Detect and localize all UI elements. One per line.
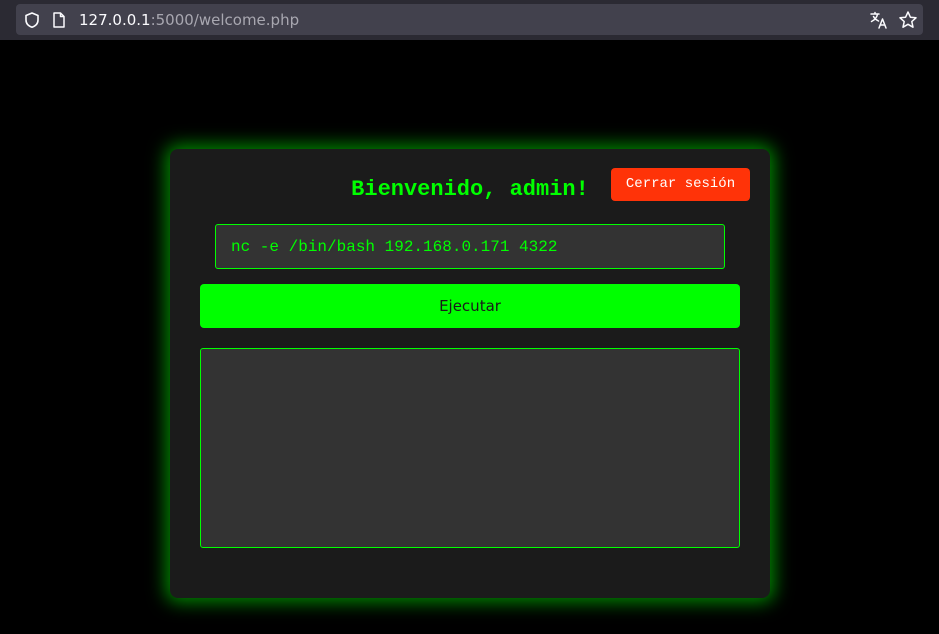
url-text[interactable]: 127.0.0.1:5000/welcome.php <box>79 9 299 31</box>
browser-toolbar: 127.0.0.1:5000/welcome.php <box>0 0 939 40</box>
logout-button[interactable]: Cerrar sesión <box>611 168 750 201</box>
url-path: :5000/welcome.php <box>150 11 300 29</box>
run-button[interactable]: Ejecutar <box>200 284 740 328</box>
star-icon[interactable] <box>898 10 918 30</box>
page-content: Bienvenido, admin! Cerrar sesión Ejecuta… <box>0 40 939 634</box>
command-input[interactable] <box>215 224 725 269</box>
url-host: 127.0.0.1 <box>79 11 151 29</box>
page-icon <box>51 11 67 29</box>
shield-icon[interactable] <box>23 11 41 29</box>
translate-icon[interactable] <box>869 10 889 30</box>
welcome-card: Bienvenido, admin! Cerrar sesión Ejecuta… <box>170 149 770 598</box>
command-output[interactable] <box>200 348 740 548</box>
